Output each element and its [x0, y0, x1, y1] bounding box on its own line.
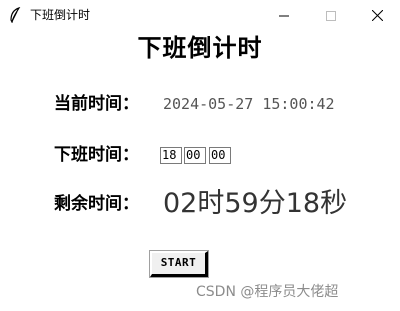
remaining-time-value: 02时59分18秒 [163, 188, 348, 219]
remaining-time-label: 剩余时间： [54, 194, 139, 214]
hour-spinbox[interactable]: 18 [160, 147, 182, 164]
page-title: 下班倒计时 [137, 33, 263, 62]
close-icon [371, 6, 383, 25]
off-work-time-label: 下班时间： [54, 145, 139, 165]
maximize-button[interactable] [308, 0, 354, 30]
maximize-icon [326, 6, 336, 25]
close-button[interactable] [354, 0, 400, 30]
current-time-label: 当前时间： [54, 94, 139, 114]
minimize-button[interactable] [261, 0, 307, 30]
second-spinbox[interactable]: 00 [209, 147, 231, 164]
minute-spinbox[interactable]: 00 [184, 147, 206, 164]
window-title: 下班倒计时 [30, 8, 91, 22]
title-bar: 下班倒计时 [0, 0, 400, 30]
feather-icon [9, 6, 21, 24]
watermark: CSDN @程序员大佬超 [196, 284, 339, 300]
current-time-value: 2024-05-27 15:00:42 [163, 95, 335, 113]
minimize-icon [279, 6, 289, 25]
start-button[interactable]: START [149, 250, 209, 278]
